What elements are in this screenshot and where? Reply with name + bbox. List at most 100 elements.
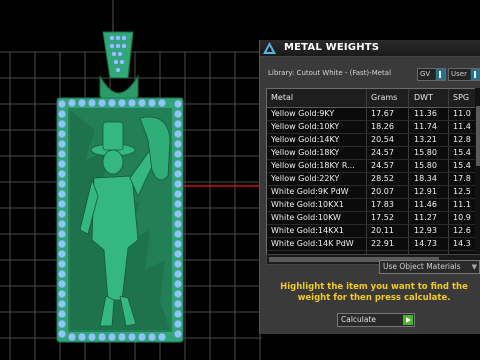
gem-stone xyxy=(173,129,183,139)
gem-stone xyxy=(57,229,67,239)
table-cell: 11.27 xyxy=(414,213,437,222)
user-dropdown[interactable]: User xyxy=(448,68,480,81)
use-object-materials-label: Use Object Materials xyxy=(383,262,461,271)
panel-titlebar[interactable]: METAL WEIGHTS xyxy=(260,40,480,57)
table-cell: 20.07 xyxy=(371,187,394,196)
chevron-down-icon: ▼ xyxy=(471,263,477,271)
table-cell: 15.4 xyxy=(453,148,471,157)
table-cell: 20.11 xyxy=(371,226,394,235)
gem-stone xyxy=(57,239,67,249)
gem-stone xyxy=(173,139,183,149)
gv-dropdown-label: GV xyxy=(420,70,431,78)
metal-weights-panel: METAL WEIGHTS Library: Cutout White - (F… xyxy=(259,40,480,334)
table-cell: White Gold:10KW xyxy=(271,213,341,222)
gem-stone xyxy=(173,209,183,219)
gem-stone xyxy=(97,98,107,108)
gem-stone xyxy=(173,119,183,129)
gem-stone xyxy=(77,332,87,342)
gem-stone xyxy=(173,239,183,249)
table-row[interactable]: White Gold:14KX1 20.11 12.93 12.6 xyxy=(267,225,480,238)
gem-stone xyxy=(57,189,67,199)
gem-stone xyxy=(137,332,147,342)
gem-stone xyxy=(57,99,67,109)
gem-stone xyxy=(117,51,123,57)
table-cell: 12.93 xyxy=(414,226,437,235)
gem-stone xyxy=(67,332,77,342)
gem-stone xyxy=(57,119,67,129)
table-cell: 12.5 xyxy=(453,187,471,196)
table-row[interactable]: Yellow Gold:18KY 24.57 15.80 15.4 xyxy=(267,147,480,160)
gv-dropdown[interactable]: GV xyxy=(417,68,446,81)
gem-stone xyxy=(57,269,67,279)
table-cell: 11.46 xyxy=(414,200,437,209)
table-cell: 11.0 xyxy=(453,109,471,118)
gem-stone xyxy=(57,109,67,119)
table-cell: 17.8 xyxy=(453,174,471,183)
table-row[interactable]: White Gold:14K PdW 22.91 14.73 14.3 xyxy=(267,238,480,251)
metal-weights-table[interactable]: Metal Grams DWT SPG Yellow Gold:9KY 17.67… xyxy=(266,88,480,255)
table-cell: 12.6 xyxy=(453,226,471,235)
column-header-dwt[interactable]: DWT xyxy=(414,93,433,102)
table-cell: 11.1 xyxy=(453,200,471,209)
gem-stone xyxy=(173,289,183,299)
table-row[interactable]: Yellow Gold:14KY 20.54 13.21 12.8 xyxy=(267,134,480,147)
table-row[interactable]: White Gold:10KX1 17.83 11.46 11.1 xyxy=(267,199,480,212)
gem-stone xyxy=(127,98,137,108)
gem-stone xyxy=(157,98,167,108)
gem-stone xyxy=(173,219,183,229)
gem-stone xyxy=(173,319,183,329)
table-cell: Yellow Gold:18KY xyxy=(271,148,340,157)
gem-stone xyxy=(173,229,183,239)
table-cell: 14.3 xyxy=(453,239,471,248)
gem-stone xyxy=(87,98,97,108)
table-cell: 17.52 xyxy=(371,213,394,222)
table-cell: 18.34 xyxy=(414,174,437,183)
table-cell: 17.83 xyxy=(371,200,394,209)
gv-dropdown-button[interactable] xyxy=(435,69,445,80)
table-cell: 22.91 xyxy=(371,239,394,248)
table-cell: Yellow Gold:10KY xyxy=(271,122,340,131)
table-cell: Yellow Gold:22KY xyxy=(271,174,340,183)
gem-stone xyxy=(173,159,183,169)
use-object-materials-dropdown[interactable]: Use Object Materials ▼ xyxy=(379,260,480,274)
gem-stone xyxy=(57,319,67,329)
table-cell: 28.52 xyxy=(371,174,394,183)
gem-stone xyxy=(115,67,121,73)
gem-stone xyxy=(173,249,183,259)
table-vertical-scrollbar[interactable] xyxy=(475,88,480,253)
gem-stone xyxy=(173,99,183,109)
table-cell: 18.26 xyxy=(371,122,394,131)
gem-stone xyxy=(173,299,183,309)
calculate-button[interactable]: Calculate xyxy=(337,313,415,327)
gem-stone xyxy=(173,189,183,199)
table-row[interactable]: White Gold:10KW 17.52 11.27 10.9 xyxy=(267,212,480,225)
table-cell: 12.91 xyxy=(414,187,437,196)
gem-stone xyxy=(121,35,127,41)
table-row[interactable]: Yellow Gold:18KY R... 24.57 15.80 15.4 xyxy=(267,160,480,173)
column-header-grams[interactable]: Grams xyxy=(371,93,397,102)
gem-stone xyxy=(127,332,137,342)
table-row[interactable]: Yellow Gold:10KY 18.26 11.74 11.4 xyxy=(267,121,480,134)
user-dropdown-label: User xyxy=(451,70,467,78)
gem-stone xyxy=(173,169,183,179)
table-row[interactable]: White Gold:9K PdW 20.07 12.91 12.5 xyxy=(267,186,480,199)
user-dropdown-button[interactable] xyxy=(470,69,480,80)
gem-stone xyxy=(109,35,115,41)
table-cell: White Gold:14KX1 xyxy=(271,226,344,235)
gem-stone xyxy=(57,149,67,159)
table-cell: 14.73 xyxy=(414,239,437,248)
column-header-spg[interactable]: SPG xyxy=(453,93,469,102)
gem-stone xyxy=(173,259,183,269)
table-cell: 11.36 xyxy=(414,109,437,118)
pendant-model xyxy=(56,97,184,343)
gem-stone xyxy=(57,159,67,169)
column-header-metal[interactable]: Metal xyxy=(271,93,293,102)
table-cell: 11.74 xyxy=(414,122,437,131)
gem-stone xyxy=(173,269,183,279)
gem-stone xyxy=(57,329,67,339)
gem-stone xyxy=(173,329,183,339)
gem-stone xyxy=(57,219,67,229)
table-row[interactable]: Yellow Gold:22KY 28.52 18.34 17.8 xyxy=(267,173,480,186)
table-row[interactable]: Yellow Gold:9KY 17.67 11.36 11.0 xyxy=(267,108,480,121)
table-cell: 13.21 xyxy=(414,135,437,144)
